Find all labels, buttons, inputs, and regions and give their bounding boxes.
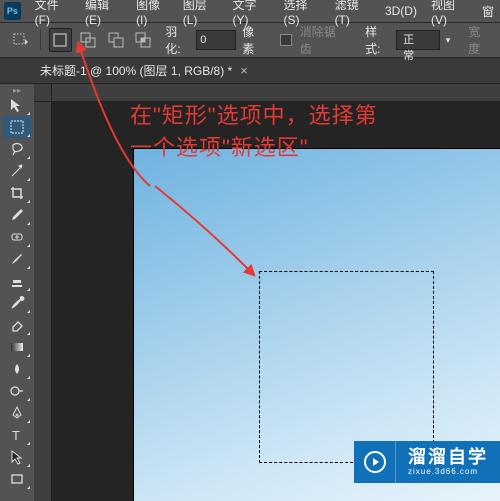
ruler-horizontal[interactable] [52,84,500,102]
lasso-tool[interactable] [3,138,31,160]
menu-3d[interactable]: 3D(D) [379,2,423,20]
watermark-title: 溜溜自学 [408,448,488,468]
watermark-url: zixue.3d66.com [408,468,488,477]
blur-tool[interactable] [3,358,31,380]
clone-stamp-tool[interactable] [3,270,31,292]
menu-view[interactable]: 视图(V) [425,0,474,29]
brush-tool[interactable] [3,248,31,270]
close-icon[interactable]: × [240,63,248,78]
app-logo: Ps [4,2,21,20]
feather-label: 羽化: [165,23,192,57]
antialias-checkbox [280,34,292,46]
marquee-tool[interactable] [3,116,31,138]
healing-brush-tool[interactable] [3,226,31,248]
new-selection-button[interactable] [49,28,73,52]
style-value: 正常 [403,34,414,62]
style-select[interactable]: 正常 [396,30,440,50]
antialias-label: 消除锯齿 [300,23,347,57]
play-icon [354,441,396,483]
svg-text:T: T [12,428,20,443]
menu-window[interactable]: 窗 [476,1,500,22]
rectangle-tool[interactable] [3,468,31,490]
marquee-selection [259,271,434,463]
document-tab-bar: 未标题-1 @ 100% (图层 1, RGB/8) * × [0,58,500,84]
intersect-selection-button[interactable] [132,28,156,52]
dodge-tool[interactable] [3,380,31,402]
canvas-area [34,84,500,501]
history-brush-tool[interactable] [3,292,31,314]
subtract-from-selection-button[interactable] [104,28,128,52]
pen-tool[interactable] [3,402,31,424]
feather-unit: 像素 [242,23,266,57]
move-tool[interactable] [3,94,31,116]
crop-tool[interactable] [3,182,31,204]
document-tab[interactable]: 未标题-1 @ 100% (图层 1, RGB/8) * × [40,62,248,79]
add-to-selection-button[interactable] [76,28,100,52]
separator [40,29,41,51]
eyedropper-tool[interactable] [3,204,31,226]
type-tool[interactable]: T [3,424,31,446]
watermark: 溜溜自学 zixue.3d66.com [354,441,500,483]
magic-wand-tool[interactable] [3,160,31,182]
ruler-corner [34,84,52,102]
style-label: 样式: [365,23,392,57]
document-tab-title: 未标题-1 @ 100% (图层 1, RGB/8) * [40,62,232,79]
path-selection-tool[interactable] [3,446,31,468]
width-label: 宽度 [468,23,492,57]
panel-grip[interactable]: ▸▸ [2,86,32,94]
eraser-tool[interactable] [3,314,31,336]
menu-bar: Ps 文件(F) 编辑(E) 图像(I) 图层(L) 文字(Y) 选择(S) 滤… [0,0,500,22]
tools-panel: ▸▸ T [0,84,34,490]
menu-edit[interactable]: 编辑(E) [79,0,128,29]
ruler-vertical[interactable] [34,102,52,501]
menu-file[interactable]: 文件(F) [29,0,77,29]
tool-preset-picker[interactable] [8,28,32,52]
gradient-tool[interactable] [3,336,31,358]
feather-input[interactable] [196,30,236,50]
chevron-down-icon: ▾ [446,35,451,46]
